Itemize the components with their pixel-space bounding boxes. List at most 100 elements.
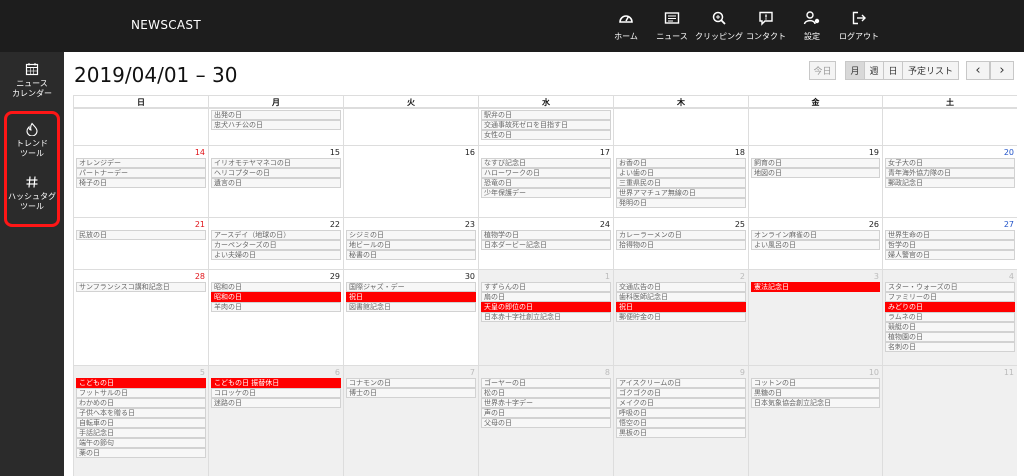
calendar-event[interactable]: ゴーヤーの日 — [481, 378, 611, 388]
calendar-event[interactable]: 女性の日 — [481, 130, 611, 140]
calendar-event[interactable]: 博士の日 — [346, 388, 476, 398]
calendar-event[interactable]: 交通広告の日 — [616, 282, 746, 292]
calendar-event[interactable]: オンライン麻雀の日 — [751, 230, 880, 240]
calendar-event[interactable]: 女子大の日 — [885, 158, 1015, 168]
calendar-event[interactable]: 駅弁の日 — [481, 110, 611, 120]
today-button[interactable]: 今日 — [809, 61, 836, 80]
day-cell[interactable] — [613, 108, 748, 145]
calendar-event[interactable]: 自転車の日 — [76, 418, 206, 428]
calendar-event[interactable]: 図書館記念日 — [346, 302, 476, 312]
day-cell[interactable]: 19 飼育の日 地図の日 — [748, 145, 882, 217]
day-cell[interactable]: 16 — [343, 145, 478, 217]
calendar-event[interactable]: ゴクゴクの日 — [616, 388, 746, 398]
calendar-event[interactable]: 拾得物の日 — [616, 240, 746, 250]
calendar-event[interactable]: よい歯の日 — [616, 168, 746, 178]
calendar-event[interactable]: イリオモテヤマネコの日 — [211, 158, 341, 168]
calendar-event[interactable]: わかめの日 — [76, 398, 206, 408]
calendar-event[interactable]: 郵政記念日 — [885, 178, 1015, 188]
calendar-event[interactable]: メイクの日 — [616, 398, 746, 408]
calendar-event[interactable]: 呼吸の日 — [616, 408, 746, 418]
calendar-event[interactable]: コットンの日 — [751, 378, 880, 388]
day-cell[interactable]: 17 なすび記念日 ハローワークの日 恐竜の日 少年保護デー — [478, 145, 613, 217]
calendar-event[interactable]: 植物学の日 — [481, 230, 611, 240]
calendar-event[interactable]: 日本気象協会創立記念日 — [751, 398, 880, 408]
calendar-event[interactable]: 黒糖の日 — [751, 388, 880, 398]
calendar-event[interactable]: 国際ジャズ・デー — [346, 282, 476, 292]
holiday-event[interactable]: 天皇の即位の日 — [481, 302, 611, 312]
day-cell[interactable] — [343, 108, 478, 145]
calendar-event[interactable]: 地図の日 — [751, 168, 880, 178]
nav-logout[interactable]: ログアウト — [831, 0, 887, 52]
day-cell[interactable]: 8 ゴーヤーの日 松の日 世界赤十字デー 声の日 父母の日 — [478, 365, 613, 476]
calendar-event[interactable]: 競艇の日 — [885, 322, 1015, 332]
day-cell[interactable]: 24 植物学の日 日本ダービー記念日 — [478, 217, 613, 269]
day-view-button[interactable]: 日 — [883, 61, 903, 80]
day-cell[interactable]: 15 イリオモテヤマネコの日 ヘリコプターの日 遺言の日 — [208, 145, 343, 217]
calendar-event[interactable]: 歯科医師記念日 — [616, 292, 746, 302]
calendar-event[interactable]: 悟空の日 — [616, 418, 746, 428]
day-cell[interactable]: 1 すずらんの日 扇の日 天皇の即位の日 日本赤十字社創立記念日 — [478, 269, 613, 365]
calendar-event[interactable]: 端午の節句 — [76, 438, 206, 448]
calendar-event[interactable]: 迷路の日 — [211, 398, 341, 408]
calendar-event[interactable]: 少年保護デー — [481, 188, 611, 198]
day-cell[interactable] — [748, 108, 882, 145]
calendar-event[interactable]: サンフランシスコ講和記念日 — [76, 282, 206, 292]
week-view-button[interactable]: 週 — [864, 61, 884, 80]
calendar-event[interactable]: ヘリコプターの日 — [211, 168, 341, 178]
calendar-event[interactable]: 婦人警官の日 — [885, 250, 1015, 260]
holiday-event[interactable]: みどりの日 — [885, 302, 1015, 312]
calendar-event[interactable]: 哲学の日 — [885, 240, 1015, 250]
holiday-event[interactable]: こどもの日 振替休日 — [211, 378, 341, 388]
calendar-event[interactable]: 民放の日 — [76, 230, 206, 240]
day-cell[interactable]: 14 オレンジデー パートナーデー 椅子の日 — [73, 145, 208, 217]
calendar-event[interactable]: 世界赤十字デー — [481, 398, 611, 408]
calendar-event[interactable]: 遺言の日 — [211, 178, 341, 188]
day-cell[interactable]: 26 オンライン麻雀の日 よい風呂の日 — [748, 217, 882, 269]
calendar-event[interactable]: パートナーデー — [76, 168, 206, 178]
holiday-event[interactable]: 憲法記念日 — [751, 282, 880, 292]
day-cell[interactable]: 10 コットンの日 黒糖の日 日本気象協会創立記念日 — [748, 365, 882, 476]
calendar-event[interactable]: 恐竜の日 — [481, 178, 611, 188]
calendar-event[interactable]: 薬の日 — [76, 448, 206, 458]
calendar-event[interactable]: 地ビールの日 — [346, 240, 476, 250]
calendar-event[interactable]: 日本赤十字社創立記念日 — [481, 312, 611, 322]
day-cell[interactable]: 25 カレーラーメンの日 拾得物の日 — [613, 217, 748, 269]
next-button[interactable]: › — [990, 61, 1014, 80]
prev-button[interactable]: ‹ — [966, 61, 990, 80]
calendar-event[interactable]: 三重県民の日 — [616, 178, 746, 188]
day-cell[interactable]: 駅弁の日 交通事故死ゼロを目指す日 女性の日 — [478, 108, 613, 145]
calendar-event[interactable]: 黒板の日 — [616, 428, 746, 438]
day-cell[interactable]: 27 世界生命の日 哲学の日 婦人警官の日 — [882, 217, 1017, 269]
calendar-event[interactable]: よい夫婦の日 — [211, 250, 341, 260]
calendar-event[interactable]: オレンジデー — [76, 158, 206, 168]
holiday-event[interactable]: こどもの日 — [76, 378, 206, 388]
calendar-event[interactable]: 忠犬ハチ公の日 — [211, 120, 341, 130]
calendar-event[interactable]: 青年海外協力隊の日 — [885, 168, 1015, 178]
calendar-event[interactable]: フットサルの日 — [76, 388, 206, 398]
day-cell[interactable]: 2 交通広告の日 歯科医師記念日 祝日 郵便貯金の日 — [613, 269, 748, 365]
day-cell[interactable]: 6 こどもの日 振替休日 コロッケの日 迷路の日 — [208, 365, 343, 476]
holiday-event[interactable]: 祝日 — [616, 302, 746, 312]
calendar-event[interactable]: なすび記念日 — [481, 158, 611, 168]
calendar-event[interactable]: 植物園の日 — [885, 332, 1015, 342]
calendar-event[interactable]: 子供へ本を贈る日 — [76, 408, 206, 418]
calendar-event[interactable]: 交通事故死ゼロを目指す日 — [481, 120, 611, 130]
calendar-event[interactable]: 昭和の日 — [211, 282, 341, 292]
brand-logo[interactable]: NEWSCAST — [131, 18, 201, 32]
calendar-event[interactable]: 父母の日 — [481, 418, 611, 428]
day-cell[interactable]: 28 サンフランシスコ講和記念日 — [73, 269, 208, 365]
calendar-event[interactable]: 世界生命の日 — [885, 230, 1015, 240]
calendar-event[interactable]: カーペンターズの日 — [211, 240, 341, 250]
day-cell[interactable]: 21 民放の日 — [73, 217, 208, 269]
calendar-event[interactable]: 発明の日 — [616, 198, 746, 208]
calendar-event[interactable]: カレーラーメンの日 — [616, 230, 746, 240]
holiday-event[interactable]: 祝日 — [346, 292, 476, 302]
calendar-event[interactable]: 郵便貯金の日 — [616, 312, 746, 322]
calendar-event[interactable]: アイスクリームの日 — [616, 378, 746, 388]
calendar-event[interactable]: よい風呂の日 — [751, 240, 880, 250]
day-cell[interactable]: 11 — [882, 365, 1017, 476]
day-cell[interactable]: 3 憲法記念日 — [748, 269, 882, 365]
sidebar-item-news-calendar[interactable]: ニュース カレンダー — [0, 62, 64, 99]
day-cell[interactable]: 18 お香の日 よい歯の日 三重県民の日 世界アマチュア無線の日 発明の日 — [613, 145, 748, 217]
day-cell[interactable]: 20 女子大の日 青年海外協力隊の日 郵政記念日 — [882, 145, 1017, 217]
